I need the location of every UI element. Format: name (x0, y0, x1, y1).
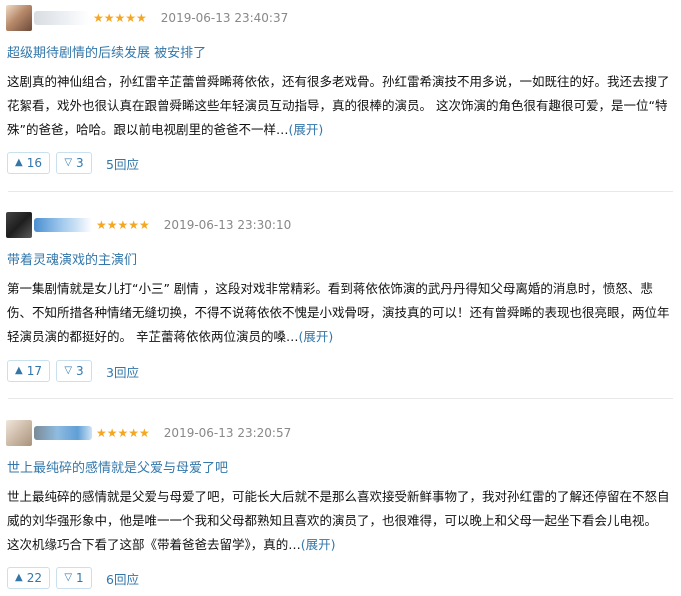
upvote-button[interactable]: ▲ 17 (7, 360, 50, 382)
downvote-count: 3 (76, 156, 84, 170)
review-divider (8, 191, 673, 192)
rating-stars-icon: ★★★★★ (93, 11, 147, 25)
review-actions: ▲ 17 ▽ 3 3回应 (7, 360, 139, 382)
expand-link[interactable]: (展开) (288, 122, 323, 137)
review-text: 世上最纯碎的感情就是父爱与母爱了吧，可能长大后就不是那么喜欢接受新鲜事物了，我对… (7, 489, 670, 552)
expand-link[interactable]: (展开) (301, 537, 336, 552)
review-text: 这剧真的神仙组合，孙红雷辛芷蕾曾舜睎蒋依依，还有很多老戏骨。孙红雷希演技不用多说… (7, 74, 670, 137)
expand-link[interactable]: (展开) (298, 329, 333, 344)
replies-link[interactable]: 3回应 (106, 362, 139, 381)
review-timestamp: 2019-06-13 23:20:57 (163, 426, 292, 440)
downvote-count: 1 (76, 571, 84, 585)
review-timestamp: 2019-06-13 23:40:37 (160, 11, 289, 25)
down-triangle-icon: ▽ (64, 157, 73, 168)
up-triangle-icon: ▲ (15, 365, 23, 376)
review-text: 第一集剧情就是女儿打“小三” 剧情 ，这段对戏非常精彩。看到蒋依依饰演的武丹丹得… (7, 281, 670, 344)
avatar[interactable] (6, 5, 32, 31)
review-timestamp: 2019-06-13 23:30:10 (163, 218, 292, 232)
review-title[interactable]: 世上最纯碎的感情就是父爱与母爱了吧 (7, 457, 228, 476)
review-header: ★★★★★ 2019-06-13 23:20:57 (6, 420, 291, 446)
review-title[interactable]: 带着灵魂演戏的主演们 (7, 249, 137, 268)
review-actions: ▲ 22 ▽ 1 6回应 (7, 567, 139, 589)
review-body: 这剧真的神仙组合，孙红雷辛芷蕾曾舜睎蒋依依，还有很多老戏骨。孙红雷希演技不用多说… (7, 70, 673, 142)
review-title[interactable]: 超级期待剧情的后续发展 被安排了 (7, 42, 206, 61)
review-list: ★★★★★ 2019-06-13 23:40:37 超级期待剧情的后续发展 被安… (0, 0, 681, 596)
avatar[interactable] (6, 420, 32, 446)
upvote-button[interactable]: ▲ 16 (7, 152, 50, 174)
downvote-button[interactable]: ▽ 3 (56, 152, 92, 174)
username[interactable] (34, 218, 92, 232)
review-body: 第一集剧情就是女儿打“小三” 剧情 ，这段对戏非常精彩。看到蒋依依饰演的武丹丹得… (7, 277, 673, 349)
rating-stars-icon: ★★★★★ (96, 426, 150, 440)
up-triangle-icon: ▲ (15, 157, 23, 168)
downvote-count: 3 (76, 364, 84, 378)
review-header: ★★★★★ 2019-06-13 23:30:10 (6, 212, 291, 238)
username[interactable] (34, 426, 92, 440)
upvote-count: 16 (26, 156, 42, 170)
review-body: 世上最纯碎的感情就是父爱与母爱了吧，可能长大后就不是那么喜欢接受新鲜事物了，我对… (7, 485, 673, 557)
username[interactable] (34, 11, 89, 25)
rating-stars-icon: ★★★★★ (96, 218, 150, 232)
review-divider (8, 398, 673, 399)
upvote-count: 22 (26, 571, 42, 585)
downvote-button[interactable]: ▽ 3 (56, 360, 92, 382)
avatar[interactable] (6, 212, 32, 238)
up-triangle-icon: ▲ (15, 572, 23, 583)
down-triangle-icon: ▽ (64, 572, 73, 583)
review-header: ★★★★★ 2019-06-13 23:40:37 (6, 5, 288, 31)
down-triangle-icon: ▽ (64, 365, 73, 376)
downvote-button[interactable]: ▽ 1 (56, 567, 92, 589)
replies-link[interactable]: 5回应 (106, 154, 139, 173)
upvote-count: 17 (26, 364, 42, 378)
review-actions: ▲ 16 ▽ 3 5回应 (7, 152, 139, 174)
upvote-button[interactable]: ▲ 22 (7, 567, 50, 589)
replies-link[interactable]: 6回应 (106, 569, 139, 588)
